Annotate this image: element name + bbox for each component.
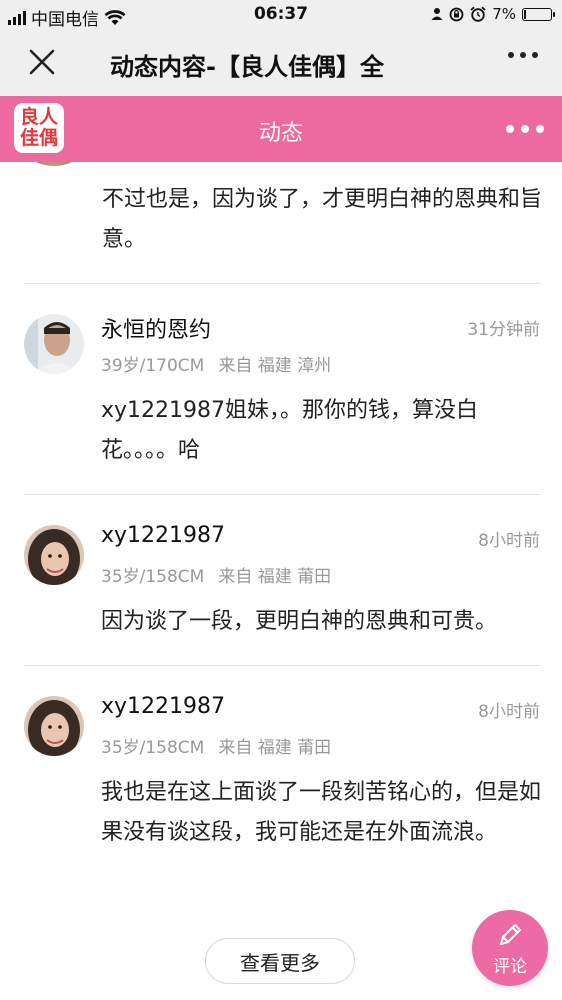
comment-time: 8小时前 [478, 702, 540, 722]
load-more-button[interactable]: 查看更多 [205, 938, 355, 984]
comment-author[interactable]: 永恒的恩约 [101, 312, 211, 344]
age-height: 35岁/158CM [101, 567, 205, 587]
page-title: 动态内容-【良人佳偶】全 [110, 53, 384, 81]
age-height: 35岁/158CM [101, 738, 205, 758]
rotation-lock-icon [449, 7, 464, 21]
comment-author[interactable]: xy1221987 [101, 523, 225, 548]
avatar[interactable] [24, 162, 84, 166]
alarm-icon [470, 6, 486, 22]
origin: 来自 福建 漳州 [218, 356, 332, 376]
app-more-icon[interactable] [506, 125, 544, 133]
comment-body: 不过也是，因为谈了，才更明白神的恩典和旨意。 [102, 187, 543, 252]
list-item: 永恒的恩约 31分钟前 39岁/170CM 来自 福建 漳州 xy1221987姐… [0, 284, 562, 494]
origin: 来自 福建 莆田 [218, 567, 332, 587]
list-item: xy1221987 8小时前 35岁/158CM 来自 福建 莆田 因为谈了一段，… [0, 495, 562, 665]
avatar[interactable] [24, 525, 84, 585]
section-title: 动态 [258, 121, 303, 146]
status-bar: 中国电信 06:37 7% [0, 0, 562, 30]
person-icon [431, 8, 443, 20]
comment-author[interactable]: xy1221987 [101, 694, 225, 719]
comment-time: 8小时前 [478, 531, 540, 551]
comment-meta: 39岁/170CM 来自 福建 漳州 [101, 351, 331, 376]
age-height: 39岁/170CM [101, 356, 205, 376]
nav-bar: 动态内容-【良人佳偶】全 [0, 30, 562, 97]
comment-body: 因为谈了一段，更明白神的恩典和可贵。 [101, 609, 498, 634]
origin: 来自 福建 莆田 [218, 738, 332, 758]
comment-button-label: 评论 [493, 956, 527, 977]
battery-percent: 7% [492, 5, 516, 23]
comment-body: 我也是在这上面谈了一段刻苦铭心的，但是如果没有谈这段，我可能还是在外面流浪。 [101, 780, 542, 845]
battery-icon [522, 7, 555, 21]
list-item: xy1221987 8小时前 35岁/158CM 来自 福建 莆田 我也是在这上面… [0, 666, 562, 906]
avatar[interactable] [24, 314, 84, 374]
close-icon[interactable] [24, 44, 60, 80]
more-icon[interactable] [508, 52, 538, 58]
comment-meta: 35岁/158CM 来自 福建 莆田 [101, 562, 331, 587]
avatar[interactable] [24, 696, 84, 756]
pencil-icon [500, 923, 521, 945]
app-header: 良人 佳偶 动态 [0, 96, 562, 162]
comment-meta: 35岁/158CM 来自 福建 莆田 [101, 733, 331, 758]
comment-time: 31分钟前 [467, 320, 540, 340]
comment-list: 不过也是，因为谈了，才更明白神的恩典和旨意。 永恒的恩约 31分钟前 39岁/1… [0, 162, 562, 1000]
comment-body: xy1221987姐妹，。那你的钱，算没白花。。。。哈 [101, 398, 479, 463]
comment-button[interactable]: 评论 [472, 910, 548, 986]
